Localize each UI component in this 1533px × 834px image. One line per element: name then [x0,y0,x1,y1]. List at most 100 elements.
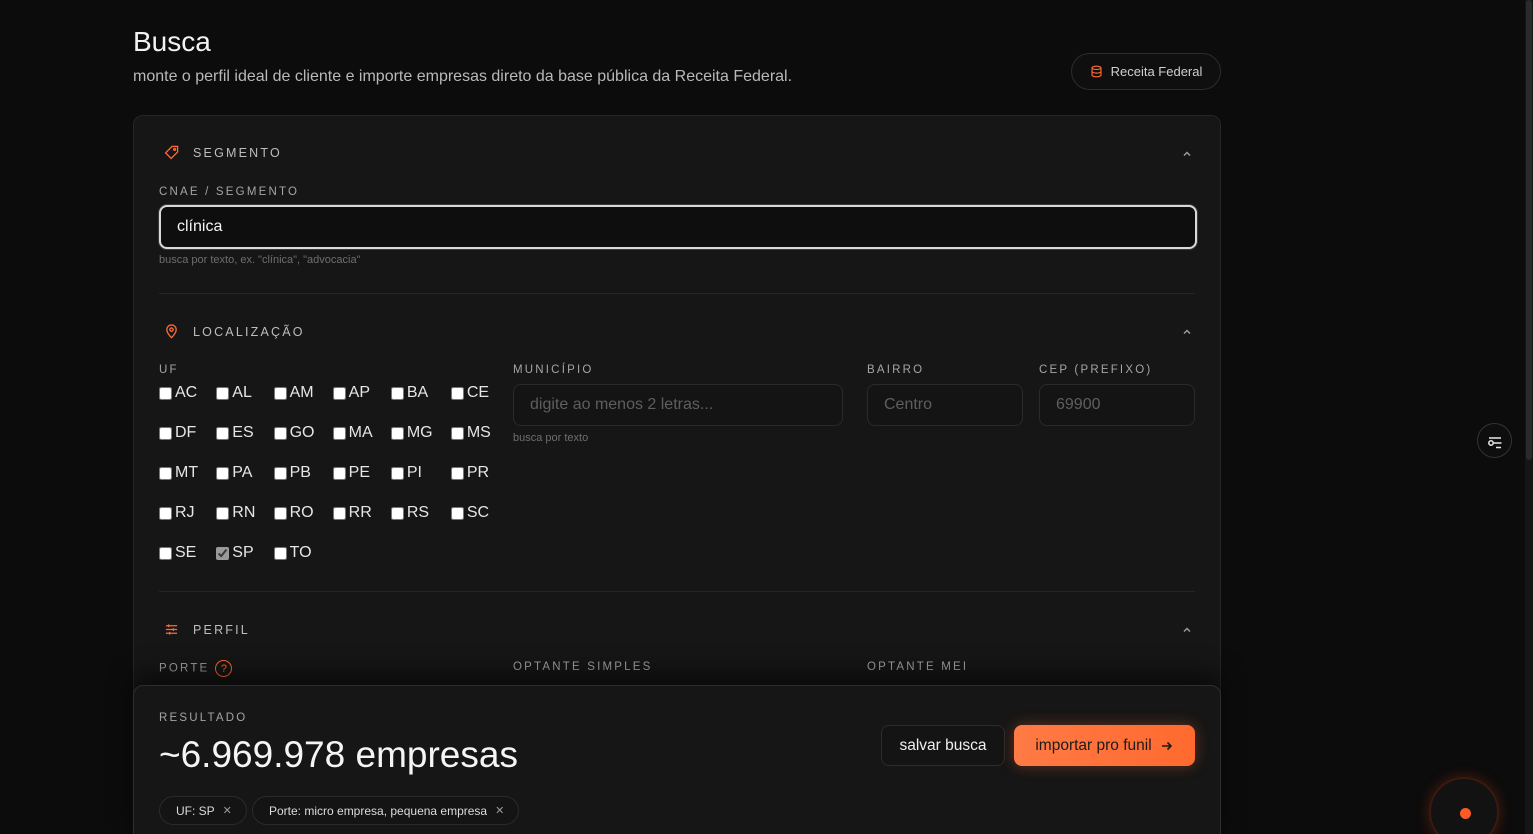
page-scrollbar[interactable] [1525,0,1533,834]
checkbox[interactable] [332,426,346,440]
uf-checkbox-rs[interactable]: RS [390,502,441,524]
checkbox[interactable] [450,386,464,400]
checkbox[interactable] [216,546,230,560]
uf-code: PB [289,464,311,481]
uf-code: DF [175,424,197,441]
uf-checkbox-ac[interactable]: AC [159,382,206,404]
uf-code: CE [466,384,490,401]
uf-checkbox-sc[interactable]: SC [450,502,499,524]
uf-checkbox-sp[interactable]: SP [216,542,263,564]
result-label: RESULTADO [159,712,248,724]
cnae-search-input[interactable] [159,205,1197,249]
uf-code: GO [289,424,315,441]
uf-checkbox-rr[interactable]: RR [332,502,381,524]
uf-checkbox-rj[interactable]: RJ [159,502,206,524]
uf-code: PI [406,464,422,481]
municipio-hint: busca por texto [513,432,589,444]
checkbox[interactable] [159,386,172,400]
uf-checkbox-go[interactable]: GO [273,422,323,444]
save-search-button[interactable]: salvar busca [881,725,1005,766]
cep-input[interactable] [1039,384,1195,426]
uf-checkbox-rn[interactable]: RN [216,502,263,524]
uf-checkbox-pi[interactable]: PI [390,462,441,484]
section-label: PERFIL [193,622,250,637]
source-label: Receita Federal [1110,64,1203,79]
checkbox[interactable] [450,426,464,440]
uf-checkbox-se[interactable]: SE [159,542,206,564]
checkbox[interactable] [273,426,287,440]
scrollbar-thumb[interactable] [1526,0,1532,460]
uf-checkbox-ap[interactable]: AP [332,382,381,404]
checkbox[interactable] [159,506,172,520]
checkbox[interactable] [216,466,230,480]
bairro-input[interactable] [867,384,1023,426]
checkbox[interactable] [216,426,230,440]
chevron-up-icon[interactable] [1180,325,1194,339]
checkbox[interactable] [450,506,464,520]
checkbox[interactable] [273,506,287,520]
optante-simples-label: OPTANTE SIMPLES [513,661,653,673]
close-icon[interactable]: ✕ [495,804,504,817]
uf-code: MG [406,424,433,441]
uf-code: MS [466,424,491,441]
floating-filter-button[interactable] [1477,423,1512,458]
import-label: importar pro funil [1035,736,1152,754]
section-header-localizacao[interactable]: LOCALIZAÇÃO [164,324,305,339]
floating-assistant-button[interactable] [1429,777,1499,834]
checkbox[interactable] [390,426,404,440]
checkbox[interactable] [273,546,287,560]
uf-checkbox-mg[interactable]: MG [390,422,441,444]
uf-code: RS [406,504,430,521]
close-icon[interactable]: ✕ [223,804,232,817]
uf-checkbox-df[interactable]: DF [159,422,206,444]
checkbox[interactable] [159,426,172,440]
uf-checkbox-ms[interactable]: MS [450,422,499,444]
section-header-segmento[interactable]: SEGMENTO [164,145,282,160]
checkbox[interactable] [390,466,404,480]
uf-checkbox-pr[interactable]: PR [450,462,499,484]
import-to-funnel-button[interactable]: importar pro funil [1014,725,1195,766]
cnae-label: CNAE / SEGMENTO [159,186,300,198]
uf-code: BA [406,384,429,401]
receita-federal-badge[interactable]: Receita Federal [1071,53,1221,90]
checkbox[interactable] [273,386,287,400]
uf-checkbox-es[interactable]: ES [216,422,263,444]
checkbox[interactable] [332,466,346,480]
chevron-up-icon[interactable] [1180,623,1194,637]
checkbox[interactable] [332,506,346,520]
uf-checkbox-pa[interactable]: PA [216,462,263,484]
checkbox[interactable] [332,386,346,400]
uf-checkbox-ro[interactable]: RO [273,502,323,524]
checkbox[interactable] [390,506,404,520]
checkbox[interactable] [273,466,287,480]
checkbox[interactable] [450,466,464,480]
filter-chip-uf[interactable]: UF: SP ✕ [159,796,247,825]
checkbox[interactable] [216,386,230,400]
chip-label: UF: SP [176,803,215,818]
uf-checkbox-pb[interactable]: PB [273,462,323,484]
checkbox[interactable] [216,506,230,520]
uf-code: MA [348,424,373,441]
checkbox[interactable] [390,386,404,400]
uf-code: RO [289,504,314,521]
uf-code: SE [175,544,197,561]
municipio-input[interactable] [513,384,843,426]
checkbox[interactable] [159,546,172,560]
checkbox[interactable] [159,466,172,480]
uf-code: RN [232,504,256,521]
uf-checkbox-ma[interactable]: MA [332,422,381,444]
chevron-up-icon[interactable] [1180,147,1194,161]
uf-checkbox-al[interactable]: AL [216,382,263,404]
uf-checkbox-to[interactable]: TO [273,542,323,564]
filter-chip-porte[interactable]: Porte: micro empresa, pequena empresa ✕ [252,796,520,825]
help-icon[interactable]: ? [215,660,233,677]
section-divider [159,293,1195,294]
section-header-perfil[interactable]: PERFIL [164,622,250,637]
filter-icon [1487,436,1501,448]
uf-checkbox-ce[interactable]: CE [450,382,499,404]
uf-checkbox-ba[interactable]: BA [390,382,441,404]
uf-checkbox-mt[interactable]: MT [159,462,206,484]
uf-checkbox-am[interactable]: AM [273,382,323,404]
uf-code: AL [232,384,252,401]
uf-checkbox-pe[interactable]: PE [332,462,381,484]
